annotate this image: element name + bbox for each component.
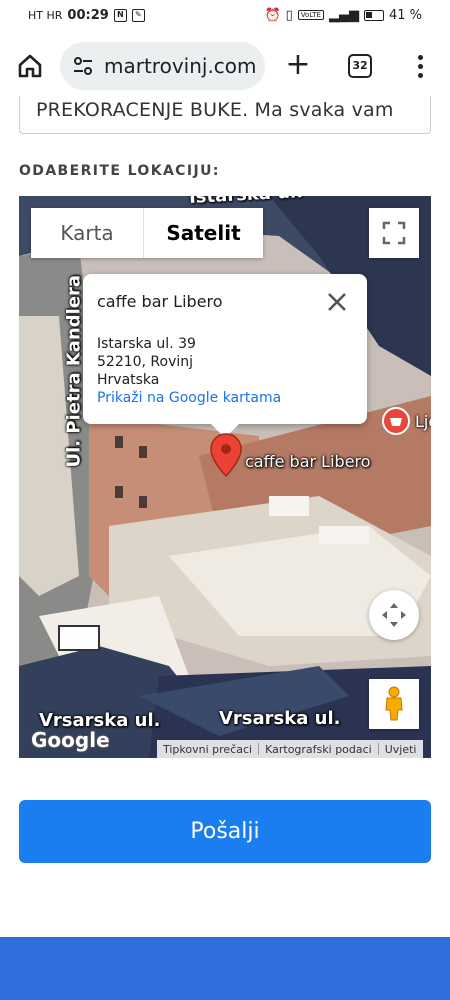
page-footer	[0, 937, 450, 1000]
nfc-icon: N	[113, 8, 127, 22]
map-pan-button[interactable]	[369, 590, 419, 640]
terms-link[interactable]: Uvjeti	[379, 743, 423, 756]
status-left: HT HR 00:29 N ✎	[28, 8, 145, 23]
submit-button[interactable]: Pošalji	[19, 800, 431, 863]
menu-dot	[417, 63, 423, 69]
description-textarea[interactable]: PREKORACENJE BUKE. Ma svaka vam	[19, 96, 431, 134]
poi-marker-icon[interactable]	[381, 406, 411, 436]
battery-icon	[363, 9, 384, 21]
poi-label: Lje	[415, 412, 431, 431]
edit-icon: ✎	[131, 8, 145, 22]
map-data-link[interactable]: Kartografski podaci	[259, 743, 378, 756]
marker-label: caffe bar Libero	[245, 452, 371, 471]
signal-icon: ▂▄▆	[328, 7, 359, 23]
volte-icon: VoLTE	[297, 10, 324, 20]
site-settings-icon[interactable]	[70, 53, 96, 79]
tab-switcher-button[interactable]: 32	[348, 54, 372, 78]
street-label-left: Ul. Pietra Kandlera	[63, 274, 85, 468]
map-type-satelit[interactable]: Satelit	[143, 208, 263, 258]
info-address-line3: Hrvatska	[97, 372, 160, 388]
map[interactable]: Istarska ul. Ul. Pietra Kandlera Karta S…	[19, 196, 431, 758]
keyboard-shortcuts-link[interactable]: Tipkovni prečaci	[157, 743, 258, 756]
carrier-label: HT HR	[28, 8, 63, 22]
map-type-control: Karta Satelit	[31, 208, 263, 258]
pegman-icon	[385, 686, 403, 721]
new-tab-button[interactable]: +	[282, 50, 314, 82]
info-address-line2: 52210, Rovinj	[97, 354, 194, 370]
url-text: martrovinj.com	[104, 54, 257, 78]
fullscreen-button[interactable]	[369, 208, 419, 258]
close-icon[interactable]	[325, 290, 349, 314]
map-footer: Tipkovni prečaci Kartografski podaci Uvj…	[157, 740, 423, 758]
street-label-bottom-right: Vrsarska ul.	[219, 708, 341, 729]
address-bar[interactable]: martrovinj.com	[60, 42, 265, 90]
page: HT HR 00:29 N ✎ ⏰ ▯ VoLTE ▂▄▆ 41 % martr…	[0, 0, 450, 1000]
fullscreen-icon	[382, 221, 406, 245]
vibrate-icon: ▯	[285, 7, 293, 23]
battery-percent: 41 %	[388, 7, 422, 23]
menu-dot	[417, 54, 423, 60]
pan-arrows-icon	[382, 603, 406, 627]
clock: 00:29	[67, 7, 109, 23]
alarm-icon: ⏰	[264, 7, 281, 23]
info-window: caffe bar Libero Istarska ul. 39 52210, …	[83, 274, 367, 438]
google-logo: Google	[31, 728, 110, 752]
status-right: ⏰ ▯ VoLTE ▂▄▆ 41 %	[264, 8, 422, 23]
map-type-karta[interactable]: Karta	[31, 208, 143, 258]
street-view-button[interactable]	[369, 679, 419, 729]
home-button[interactable]	[14, 50, 46, 82]
textarea-value: PREKORACENJE BUKE. Ma svaka vam	[36, 99, 394, 121]
menu-dot	[417, 72, 423, 78]
info-address-line1: Istarska ul. 39	[97, 336, 196, 352]
location-label: ODABERITE LOKACIJU:	[19, 163, 220, 179]
view-on-google-maps-link[interactable]: Prikaži na Google kartama	[97, 389, 353, 407]
status-bar: HT HR 00:29 N ✎ ⏰ ▯ VoLTE ▂▄▆ 41 %	[0, 0, 450, 30]
more-menu-button[interactable]	[408, 50, 432, 82]
browser-toolbar: martrovinj.com + 32	[0, 30, 450, 102]
home-icon	[18, 54, 42, 78]
location-pin-icon[interactable]	[209, 432, 243, 478]
info-window-title: caffe bar Libero	[97, 292, 223, 311]
